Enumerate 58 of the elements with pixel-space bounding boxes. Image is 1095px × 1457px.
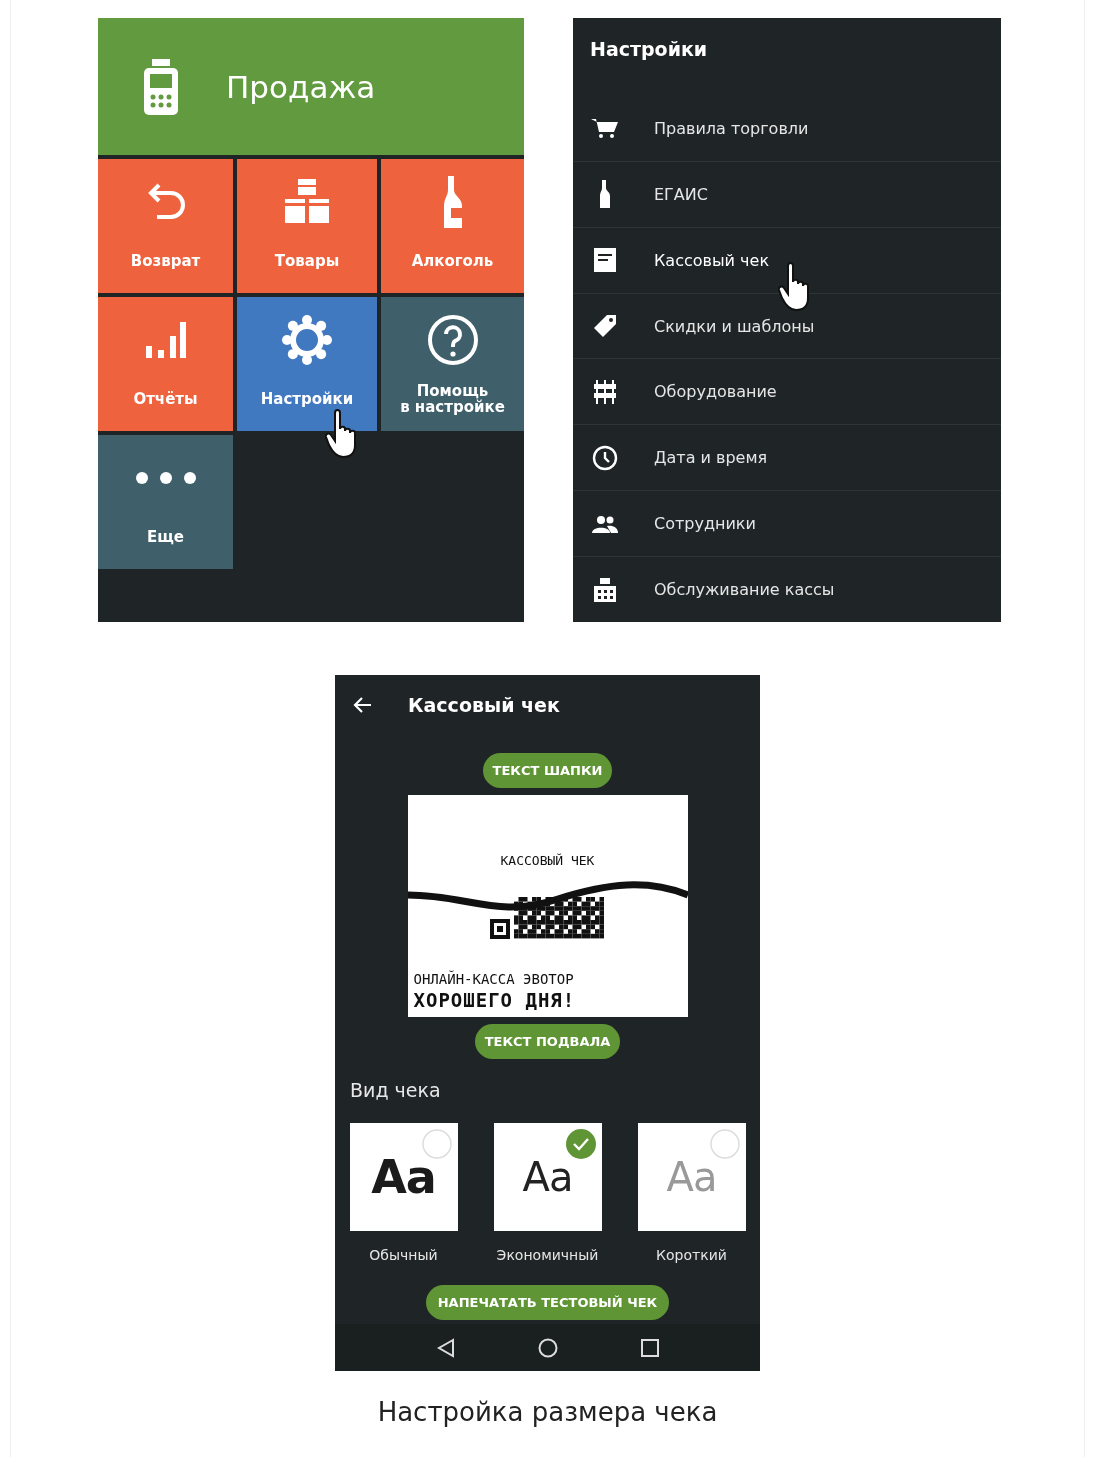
settings-item[interactable]: Обслуживание кассы: [573, 557, 1001, 623]
option-label: Короткий: [656, 1247, 727, 1263]
cart-icon: [591, 117, 619, 140]
bottle-icon: [599, 180, 611, 209]
receipt-text: ХОРОШЕГО ДНЯ!: [413, 989, 576, 1011]
bottle-icon: [441, 174, 464, 230]
settings-item[interactable]: Дата и время: [573, 425, 1001, 492]
clock-icon: [592, 444, 618, 471]
more-icon: [134, 471, 197, 485]
footer-text-button[interactable]: ТЕКСТ ПОДВАЛА: [474, 1024, 621, 1059]
header-text-button[interactable]: ТЕКСТ ШАПКИ: [482, 753, 613, 788]
receipt-style-option[interactable]: Aa: [349, 1123, 458, 1231]
tile-label: Алкоголь: [411, 250, 494, 272]
option-label: Экономичный: [496, 1247, 599, 1263]
people-icon: [592, 514, 618, 533]
settings-item[interactable]: Скидки и шаблоны: [573, 293, 1001, 360]
back-arrow-icon[interactable]: [352, 696, 372, 714]
item-label: Дата и время: [654, 448, 768, 468]
settings-icon: [280, 313, 334, 367]
card-terminal-icon: [144, 58, 178, 115]
screen-title: Кассовый чек: [408, 694, 560, 716]
tile-label: Настройки: [260, 388, 354, 410]
settings-item[interactable]: Кассовый чек: [573, 227, 1001, 294]
receipt-heading: КАССОВЫЙ ЧЕК: [499, 853, 596, 868]
figure-caption: Настройка размера чека: [377, 1397, 718, 1427]
print-test-button[interactable]: НАПЕЧАТАТЬ ТЕСТОВЫЙ ЧЕК: [425, 1285, 670, 1320]
settings-item[interactable]: Правила торговли: [573, 95, 1001, 162]
item-label: Скидки и шаблоны: [654, 316, 815, 336]
item-label: Обслуживание кассы: [654, 580, 835, 600]
help-icon: [426, 314, 479, 366]
tile-label: Возврат: [130, 250, 201, 272]
settings-item[interactable]: Оборудование: [573, 359, 1001, 426]
option-label: Обычный: [369, 1247, 438, 1263]
item-label: Правила торговли: [654, 118, 809, 138]
settings-item[interactable]: Сотрудники: [573, 491, 1001, 558]
tile-label: Еще: [147, 526, 184, 548]
menu-tile[interactable]: Помощь в настройке: [381, 297, 524, 431]
sale-title: Продажа: [226, 68, 376, 105]
screen-title: Настройки: [589, 37, 709, 62]
item-label: Оборудование: [654, 382, 777, 402]
section-title: Вид чека: [350, 1079, 441, 1101]
home-icon[interactable]: [537, 1337, 558, 1358]
bar-chart-icon: [143, 320, 188, 360]
receipt-icon: [594, 248, 616, 273]
tile-label: Помощь в настройке: [400, 382, 505, 416]
back-icon[interactable]: [436, 1337, 455, 1358]
menu-tile[interactable]: Еще: [98, 435, 233, 569]
tile-label: Отчёты: [133, 388, 198, 410]
item-label: Кассовый чек: [654, 250, 770, 270]
cash-register-icon: [594, 577, 616, 602]
receipt-text: ОНЛАЙН-КАССА ЭВОТОР: [413, 971, 574, 987]
tile-label: Товары: [274, 250, 340, 272]
tag-icon: [593, 314, 617, 338]
settings-item[interactable]: ЕГАИС: [573, 161, 1001, 228]
receipt-style-option[interactable]: Aa: [493, 1123, 602, 1231]
item-label: Сотрудники: [654, 514, 756, 534]
item-label: ЕГАИС: [654, 184, 708, 204]
recent-apps-icon[interactable]: [640, 1338, 659, 1357]
